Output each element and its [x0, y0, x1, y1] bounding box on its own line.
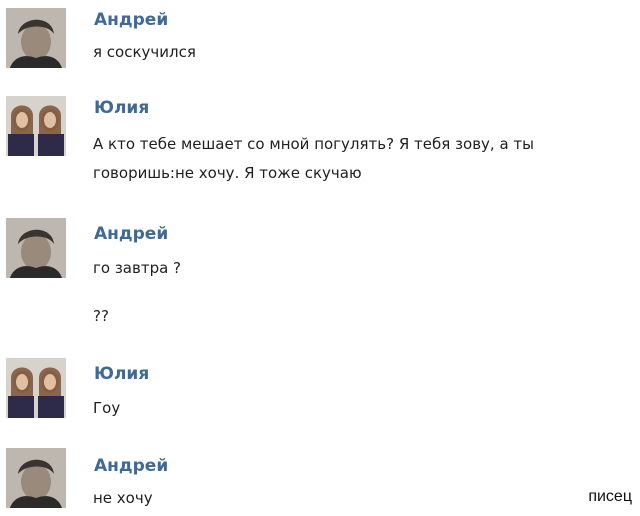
message-author[interactable]: Андрей [94, 224, 168, 244]
andrey-avatar[interactable] [6, 448, 66, 508]
watermark: писец [588, 488, 632, 505]
andrey-avatar[interactable] [6, 218, 66, 278]
message-text: го завтра ? [93, 259, 182, 277]
message-text: Гоу [93, 399, 121, 417]
message-author[interactable]: Юлия [94, 364, 149, 384]
yulia-avatar[interactable] [6, 96, 66, 156]
message-author[interactable]: Андрей [94, 10, 168, 30]
andrey-avatar[interactable] [6, 8, 66, 68]
message-author[interactable]: Юлия [94, 98, 149, 118]
message-author[interactable]: Андрей [94, 456, 168, 476]
message-text: я соскучился [93, 43, 196, 61]
yulia-avatar[interactable] [6, 358, 66, 418]
message-text: говоришь:не хочу. Я тоже скучаю [93, 164, 362, 182]
message-text: А кто тебе мешает со мной погулять? Я те… [93, 135, 534, 153]
message-text: не хочу [93, 489, 153, 507]
chat-history: Андрей я соскучился Юлия А кто тебе меша… [0, 0, 640, 516]
message-text: ?? [93, 307, 109, 325]
